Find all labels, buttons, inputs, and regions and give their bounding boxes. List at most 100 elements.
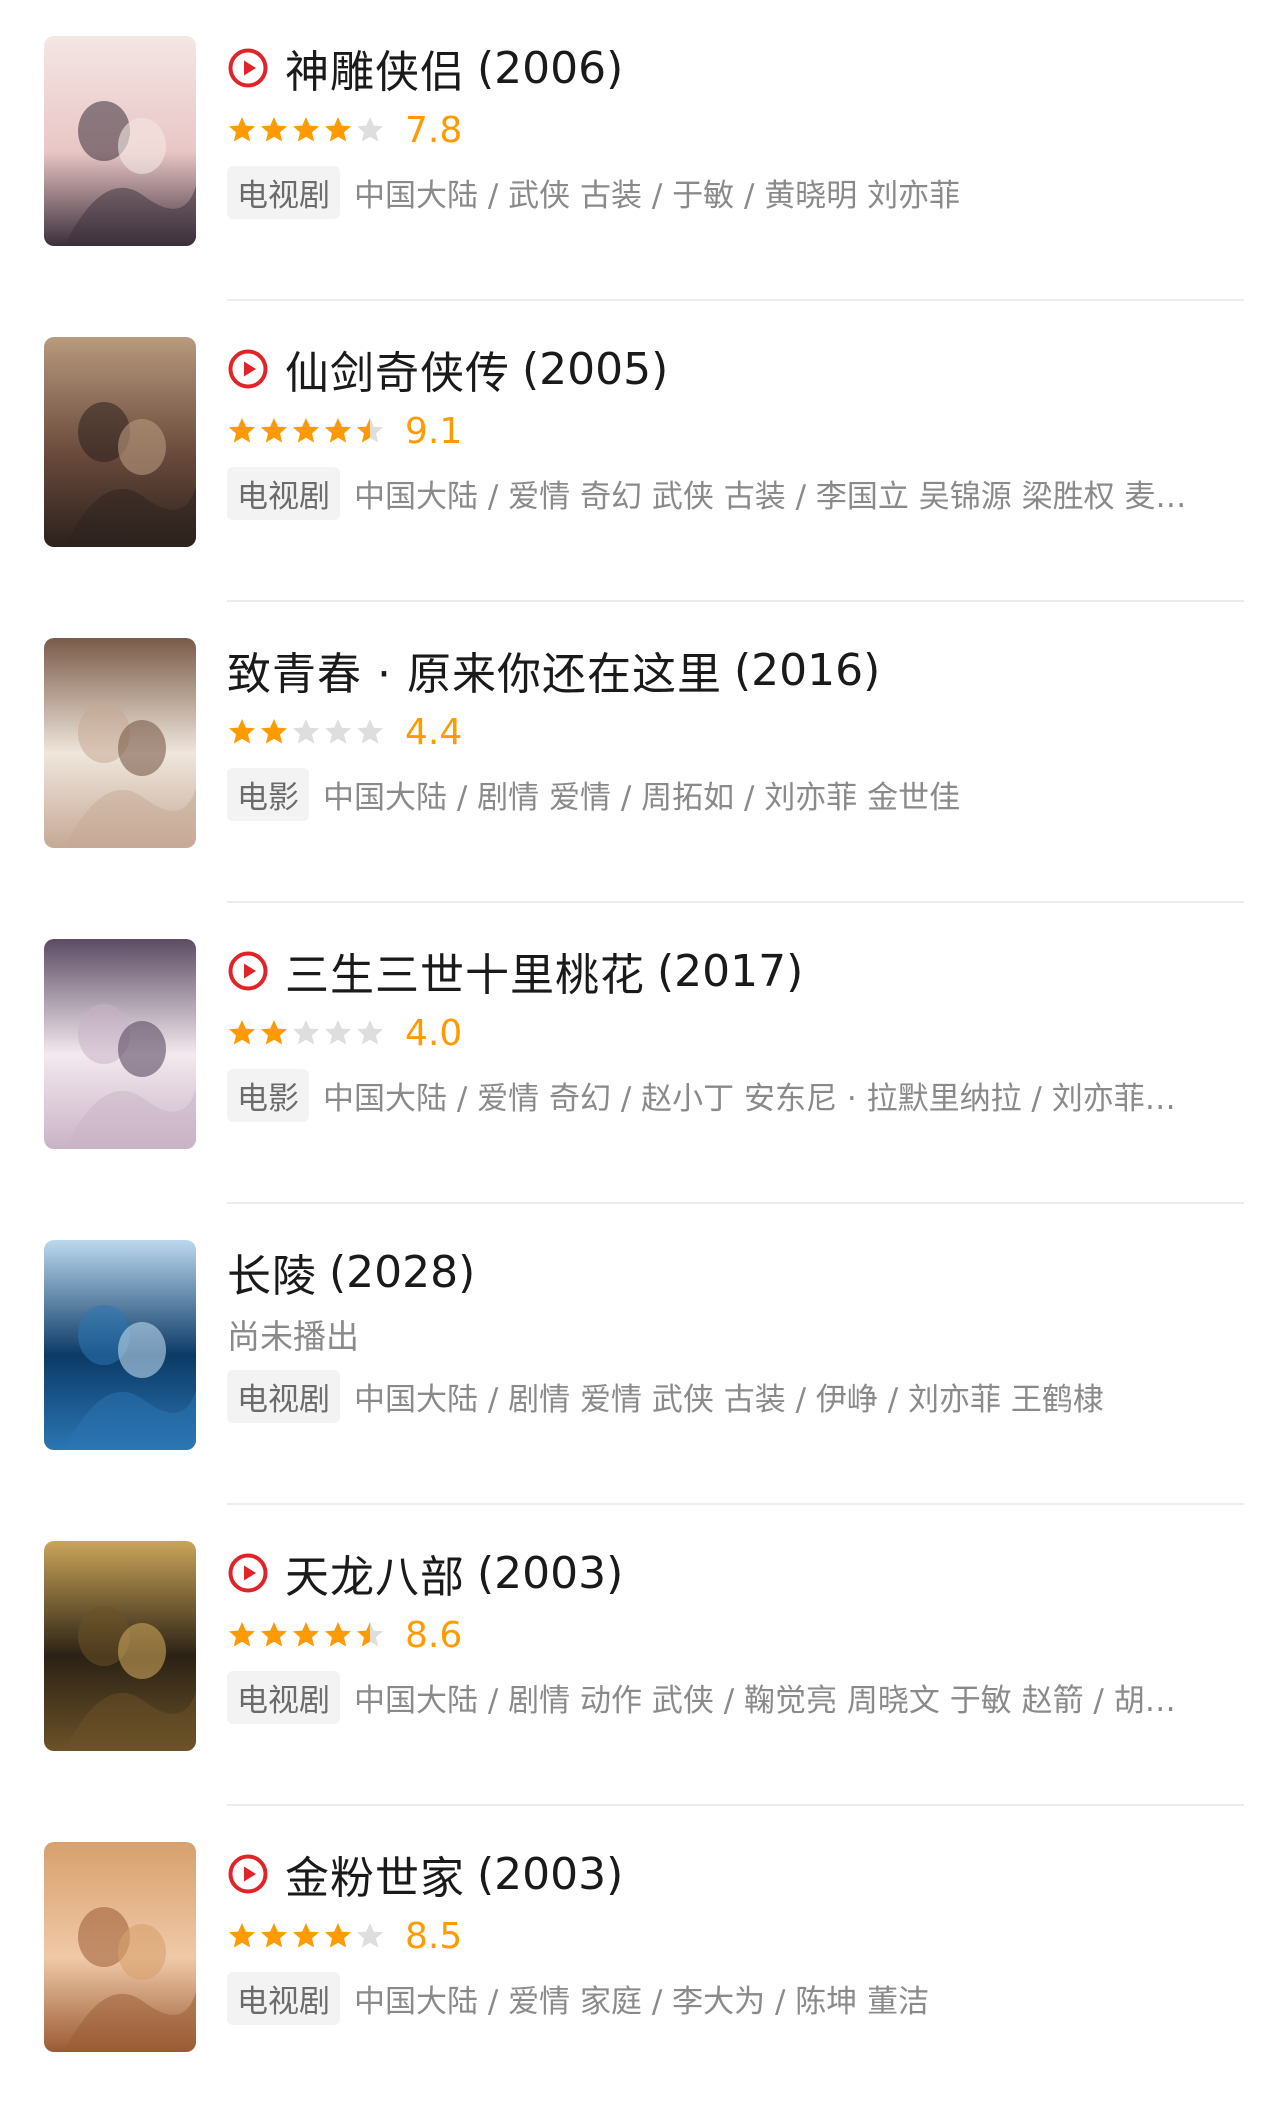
star-half-icon xyxy=(357,418,383,443)
item-year: (2017) xyxy=(657,945,804,997)
item-meta: 中国大陆 / 剧情 爱情 / 周拓如 / 刘亦菲 金世佳 xyxy=(323,779,961,816)
poster-image[interactable] xyxy=(44,939,196,1149)
meta-row: 电视剧 中国大陆 / 爱情 家庭 / 李大为 / 陈坤 董洁 xyxy=(227,1966,1244,2030)
star-full-icon xyxy=(293,117,319,142)
star-rating xyxy=(227,717,387,747)
meta-row: 电视剧 中国大陆 / 爱情 奇幻 武侠 古装 / 李国立 吴锦源 梁胜权 麦… xyxy=(227,461,1244,525)
meta-row: 电视剧 中国大陆 / 剧情 动作 武侠 / 鞠觉亮 周晓文 于敏 赵箭 / 胡… xyxy=(227,1665,1244,1729)
title-row: 神雕侠侣 (2006) xyxy=(227,36,1244,100)
item-meta: 中国大陆 / 爱情 家庭 / 李大为 / 陈坤 董洁 xyxy=(354,1983,930,2020)
item-title[interactable]: 神雕侠侣 xyxy=(285,36,465,100)
star-empty-icon xyxy=(325,1020,351,1045)
star-full-icon xyxy=(325,117,351,142)
star-full-icon xyxy=(325,418,351,443)
play-icon[interactable] xyxy=(227,1552,269,1594)
item-year: (2005) xyxy=(522,343,669,395)
rating-score: 9.1 xyxy=(405,410,463,452)
item-content: 致青春 · 原来你还在这里 (2016) 4.4 电影 中国大陆 / 剧情 爱情 / 周… xyxy=(227,638,1244,826)
type-badge: 电视剧 xyxy=(227,1670,340,1724)
type-badge: 电视剧 xyxy=(227,1369,340,1423)
play-icon[interactable] xyxy=(227,950,269,992)
item-year: (2016) xyxy=(733,644,881,696)
star-empty-icon xyxy=(357,719,383,744)
item-content: 仙剑奇侠传 (2005) 9.1 电视剧 中国大陆 / 爱情 奇幻 武侠 古装 / 李国… xyxy=(227,337,1244,525)
star-full-icon xyxy=(261,1923,287,1948)
rating-row: 8.6 xyxy=(227,1605,1244,1665)
rating-score: 4.4 xyxy=(405,711,463,753)
item-year: (2003) xyxy=(477,1547,624,1599)
item-title[interactable]: 金粉世家 xyxy=(285,1842,465,1906)
rating-row: 4.0 xyxy=(227,1003,1244,1063)
movie-list: 神雕侠侣 (2006) 7.8 电视剧 中国大陆 / 武侠 古装 / 于敏 / 黄晓明 … xyxy=(0,0,1284,2107)
poster-image[interactable] xyxy=(44,638,196,848)
star-empty-icon xyxy=(293,719,319,744)
list-item[interactable]: 天龙八部 (2003) 8.6 电视剧 中国大陆 / 剧情 动作 武侠 / 鞠觉亮 周晓… xyxy=(0,1505,1284,1806)
item-meta: 中国大陆 / 爱情 奇幻 武侠 古装 / 李国立 吴锦源 梁胜权 麦… xyxy=(354,478,1187,515)
star-full-icon xyxy=(325,1923,351,1948)
list-item[interactable]: 长陵 (2028) 尚未播出 电视剧 中国大陆 / 剧情 爱情 武侠 古装 / 伊峥 /… xyxy=(0,1204,1284,1505)
star-empty-icon xyxy=(325,719,351,744)
star-rating xyxy=(227,1018,387,1048)
list-item[interactable]: 致青春 · 原来你还在这里 (2016) 4.4 电影 中国大陆 / 剧情 爱情 / 周… xyxy=(0,602,1284,903)
item-title[interactable]: 致青春 · 原来你还在这里 xyxy=(227,638,722,702)
star-full-icon xyxy=(229,117,255,142)
title-row: 天龙八部 (2003) xyxy=(227,1541,1244,1605)
star-empty-icon xyxy=(293,1020,319,1045)
star-full-icon xyxy=(229,418,255,443)
type-badge: 电视剧 xyxy=(227,466,340,520)
meta-row: 电影 中国大陆 / 剧情 爱情 / 周拓如 / 刘亦菲 金世佳 xyxy=(227,762,1244,826)
item-meta: 中国大陆 / 剧情 爱情 武侠 古装 / 伊峥 / 刘亦菲 王鹤棣 xyxy=(354,1381,1104,1418)
star-full-icon xyxy=(261,719,287,744)
item-year: (2003) xyxy=(477,1848,624,1900)
star-rating xyxy=(227,1620,387,1650)
item-title[interactable]: 三生三世十里桃花 xyxy=(285,939,645,1003)
rating-score: 8.5 xyxy=(405,1915,463,1957)
list-item[interactable]: 仙剑奇侠传 (2005) 9.1 电视剧 中国大陆 / 爱情 奇幻 武侠 古装 / 李国… xyxy=(0,301,1284,602)
star-full-icon xyxy=(325,1622,351,1647)
item-meta: 中国大陆 / 武侠 古装 / 于敏 / 黄晓明 刘亦菲 xyxy=(354,177,961,214)
item-year: (2006) xyxy=(477,42,624,94)
item-meta: 中国大陆 / 剧情 动作 武侠 / 鞠觉亮 周晓文 于敏 赵箭 / 胡… xyxy=(354,1682,1176,1719)
rating-score: 4.0 xyxy=(405,1012,463,1054)
star-full-icon xyxy=(261,117,287,142)
star-full-icon xyxy=(261,1622,287,1647)
star-full-icon xyxy=(293,1622,319,1647)
meta-row: 电视剧 中国大陆 / 武侠 古装 / 于敏 / 黄晓明 刘亦菲 xyxy=(227,160,1244,224)
item-content: 长陵 (2028) 尚未播出 电视剧 中国大陆 / 剧情 爱情 武侠 古装 / 伊峥 /… xyxy=(227,1240,1244,1428)
type-badge: 电视剧 xyxy=(227,1971,340,2025)
poster-image[interactable] xyxy=(44,1842,196,2052)
poster-image[interactable] xyxy=(44,1240,196,1450)
rating-row: 9.1 xyxy=(227,401,1244,461)
item-title[interactable]: 仙剑奇侠传 xyxy=(285,337,510,401)
star-full-icon xyxy=(293,1923,319,1948)
type-badge: 电视剧 xyxy=(227,165,340,219)
item-content: 三生三世十里桃花 (2017) 4.0 电影 中国大陆 / 爱情 奇幻 / 赵小丁 安东… xyxy=(227,939,1244,1127)
meta-row: 电视剧 中国大陆 / 剧情 爱情 武侠 古装 / 伊峥 / 刘亦菲 王鹤棣 xyxy=(227,1364,1244,1428)
play-icon[interactable] xyxy=(227,1853,269,1895)
item-title[interactable]: 长陵 xyxy=(227,1240,317,1304)
meta-row: 电影 中国大陆 / 爱情 奇幻 / 赵小丁 安东尼 · 拉默里纳拉 / 刘亦菲… xyxy=(227,1063,1244,1127)
list-item[interactable]: 金粉世家 (2003) 8.5 电视剧 中国大陆 / 爱情 家庭 / 李大为 / 陈坤 … xyxy=(0,1806,1284,2107)
item-title[interactable]: 天龙八部 xyxy=(285,1541,465,1605)
rating-row: 4.4 xyxy=(227,702,1244,762)
rating-score: 8.6 xyxy=(405,1614,463,1656)
item-year: (2028) xyxy=(329,1246,476,1298)
star-full-icon xyxy=(229,1020,255,1045)
play-icon[interactable] xyxy=(227,348,269,390)
item-content: 金粉世家 (2003) 8.5 电视剧 中国大陆 / 爱情 家庭 / 李大为 / 陈坤 … xyxy=(227,1842,1244,2030)
title-row: 致青春 · 原来你还在这里 (2016) xyxy=(227,638,1244,702)
rating-score: 7.8 xyxy=(405,109,463,151)
star-full-icon xyxy=(229,719,255,744)
list-item[interactable]: 神雕侠侣 (2006) 7.8 电视剧 中国大陆 / 武侠 古装 / 于敏 / 黄晓明 … xyxy=(0,0,1284,301)
poster-image[interactable] xyxy=(44,337,196,547)
item-meta: 中国大陆 / 爱情 奇幻 / 赵小丁 安东尼 · 拉默里纳拉 / 刘亦菲… xyxy=(323,1080,1176,1117)
star-full-icon xyxy=(229,1622,255,1647)
star-rating xyxy=(227,115,387,145)
poster-image[interactable] xyxy=(44,36,196,246)
list-item[interactable]: 三生三世十里桃花 (2017) 4.0 电影 中国大陆 / 爱情 奇幻 / 赵小丁 安东… xyxy=(0,903,1284,1204)
play-icon[interactable] xyxy=(227,47,269,89)
star-rating xyxy=(227,416,387,446)
poster-image[interactable] xyxy=(44,1541,196,1751)
rating-row: 7.8 xyxy=(227,100,1244,160)
item-content: 神雕侠侣 (2006) 7.8 电视剧 中国大陆 / 武侠 古装 / 于敏 / 黄晓明 … xyxy=(227,36,1244,224)
